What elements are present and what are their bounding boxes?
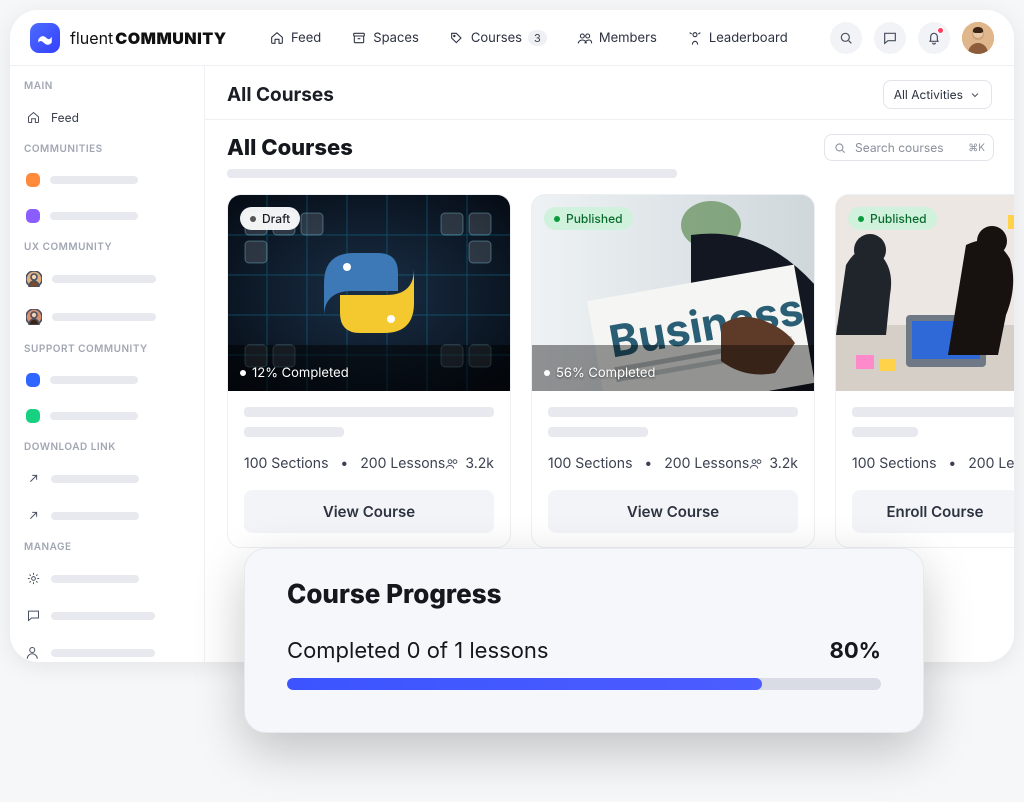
search-button[interactable] [830, 22, 862, 54]
home-icon [269, 30, 285, 46]
sidebar: MAIN Feed COMMUNITIES UX COMMUNITY SUPPO… [10, 66, 205, 662]
member-avatar-icon [26, 271, 42, 287]
sidebar-section-main: MAIN [24, 80, 190, 92]
course-card: Published 100 Sections • 200 Lessons Enr… [835, 194, 1014, 548]
sidebar-section-support: SUPPORT COMMUNITY [24, 343, 190, 355]
notifications-button[interactable] [918, 22, 950, 54]
course-progress-card: Course Progress Completed 0 of 1 lessons… [244, 548, 924, 733]
course-meta: 100 Sections • 200 Lessons [852, 455, 1014, 472]
user-avatar[interactable] [962, 22, 994, 54]
course-card: Business Published 56% Completed [531, 194, 815, 548]
leaderboard-icon [687, 30, 703, 46]
gear-icon [26, 571, 41, 586]
status-badge: Published [848, 207, 937, 230]
notification-indicator [937, 27, 944, 34]
sidebar-download-item[interactable] [24, 467, 190, 490]
section-title: All Courses [227, 135, 353, 161]
search-icon [833, 141, 847, 155]
archive-icon [351, 30, 367, 46]
course-thumbnail[interactable]: Published [836, 195, 1014, 391]
page-title: All Courses [227, 83, 334, 106]
course-meta: 100 Sections • 200 Lessons [244, 455, 445, 472]
view-course-button[interactable]: View Course [244, 490, 494, 533]
nav-courses[interactable]: Courses 3 [445, 24, 551, 52]
community-chip-icon [26, 209, 40, 223]
sidebar-community-item[interactable] [24, 205, 190, 227]
course-thumbnail[interactable]: Business Published 56% Completed [532, 195, 814, 391]
sidebar-support-item[interactable] [24, 369, 190, 391]
members-icon [445, 456, 460, 471]
sidebar-section-manage: MANAGE [24, 541, 190, 553]
progress-title: Course Progress [287, 579, 881, 610]
member-avatar-icon [26, 309, 42, 325]
message-icon [882, 30, 898, 46]
messages-button[interactable] [874, 22, 906, 54]
sidebar-manage-item[interactable] [24, 567, 190, 590]
sidebar-ux-item[interactable] [24, 267, 190, 291]
course-title-placeholder [548, 427, 648, 437]
community-chip-icon [26, 409, 40, 423]
completion-label: 12% Completed [240, 365, 349, 381]
sidebar-manage-item[interactable] [24, 604, 190, 627]
search-icon [838, 30, 854, 46]
sidebar-community-item[interactable] [24, 169, 190, 191]
progress-percent: 80% [830, 638, 882, 664]
completion-label: 56% Completed [544, 365, 655, 381]
brand-logo[interactable]: fluentCOMMUNITY [30, 23, 227, 53]
enroll-course-button[interactable]: Enroll Course [852, 490, 1014, 533]
course-enrollment: 3.2k [749, 455, 798, 472]
sidebar-section-ux: UX COMMUNITY [24, 241, 190, 253]
course-title-placeholder [548, 407, 798, 417]
sidebar-section-download: DOWNLOAD LINK [24, 441, 190, 453]
nav-spaces[interactable]: Spaces [347, 24, 423, 52]
external-link-icon [26, 471, 41, 486]
sidebar-support-item[interactable] [24, 405, 190, 427]
chat-icon [26, 608, 41, 623]
sidebar-section-communities: COMMUNITIES [24, 143, 190, 155]
course-title-placeholder [852, 427, 918, 437]
sidebar-download-item[interactable] [24, 504, 190, 527]
nav-feed[interactable]: Feed [265, 24, 325, 52]
community-chip-icon [26, 173, 40, 187]
nav-leaderboard[interactable]: Leaderboard [683, 24, 792, 52]
section-subtitle-placeholder [227, 169, 677, 178]
search-courses[interactable]: Search courses ⌘K [824, 134, 994, 161]
sidebar-manage-item[interactable] [24, 641, 190, 662]
course-title-placeholder [244, 427, 344, 437]
tag-icon [449, 30, 465, 46]
sidebar-item-feed[interactable]: Feed [24, 106, 190, 129]
view-course-button[interactable]: View Course [548, 490, 798, 533]
person-icon [26, 645, 41, 660]
members-icon [749, 456, 764, 471]
members-icon [577, 30, 593, 46]
search-shortcut-hint: ⌘K [968, 142, 985, 154]
home-icon [26, 110, 41, 125]
community-chip-icon [26, 373, 40, 387]
activities-filter[interactable]: All Activities [883, 80, 992, 109]
status-badge: Draft [240, 207, 300, 230]
brand-text: fluentCOMMUNITY [70, 28, 227, 48]
course-card: Draft 12% Completed 100 Sections • 200 L… [227, 194, 511, 548]
course-thumbnail[interactable]: Draft 12% Completed [228, 195, 510, 391]
external-link-icon [26, 508, 41, 523]
progress-fill [287, 678, 762, 690]
course-meta: 100 Sections • 200 Lessons [548, 455, 749, 472]
course-title-placeholder [852, 407, 1014, 417]
progress-bar [287, 678, 881, 690]
sidebar-ux-item[interactable] [24, 305, 190, 329]
courses-count-badge: 3 [528, 30, 547, 46]
chevron-down-icon [969, 89, 981, 101]
nav-members[interactable]: Members [573, 24, 661, 52]
progress-completed-text: Completed 0 of 1 lessons [287, 638, 549, 664]
status-badge: Published [544, 207, 633, 230]
search-placeholder: Search courses [855, 140, 944, 155]
course-title-placeholder [244, 407, 494, 417]
course-enrollment: 3.2k [445, 455, 494, 472]
brand-mark-icon [30, 23, 60, 53]
